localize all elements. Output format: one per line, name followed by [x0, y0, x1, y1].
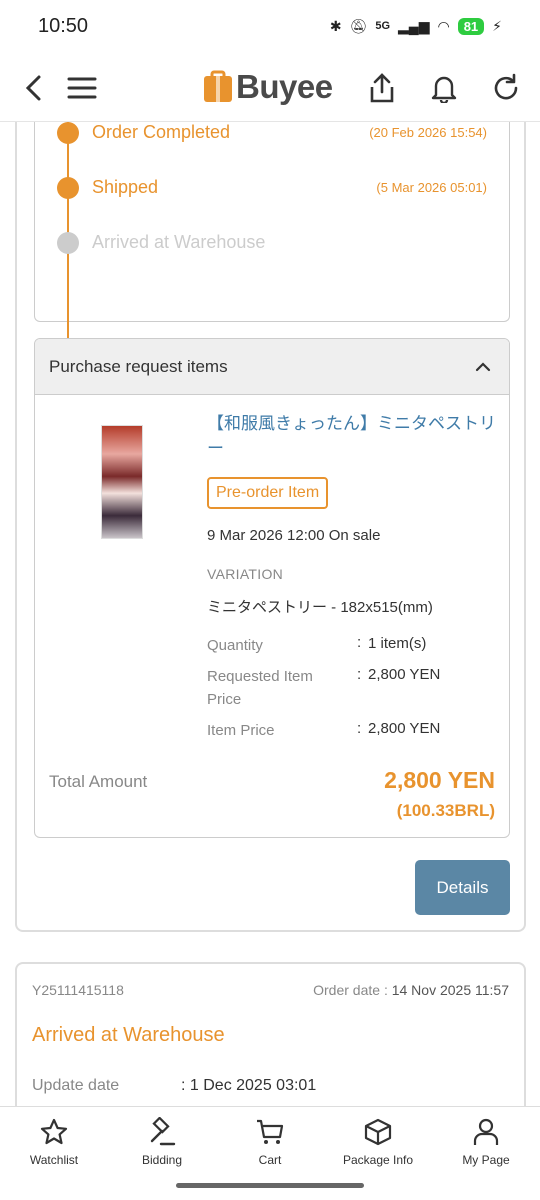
timeline-dot [57, 232, 79, 254]
signal-icon: ▂▄▆ [398, 17, 430, 34]
refresh-button[interactable] [488, 70, 524, 106]
row-colon: : [357, 666, 362, 683]
timeline-line [67, 122, 69, 340]
chevron-left-icon [25, 75, 41, 101]
nav-label: Watchlist [29, 1153, 79, 1167]
status-icons: ✱ 🔕︎ 5G ▂▄▆ ◠ 81 ⚡ [329, 17, 502, 35]
item-image[interactable] [101, 425, 143, 539]
status-bar: 10:50 ✱ 🔕︎ 5G ▂▄▆ ◠ 81 ⚡ [0, 0, 540, 52]
nav-package-info[interactable]: Package Info [328, 1117, 428, 1167]
back-button[interactable] [16, 70, 52, 106]
nav-watchlist[interactable]: Watchlist [4, 1117, 104, 1167]
total-amount-label: Total Amount [49, 772, 148, 791]
package-icon [364, 1118, 392, 1146]
order-card[interactable]: Y25111415118 Order date : 14 Nov 2025 11… [15, 962, 526, 1106]
row-colon: : [357, 634, 362, 651]
sale-date: 9 Mar 2026 12:00 On sale [207, 527, 381, 544]
order-card: Order Completed (20 Feb 2026 15:54) Ship… [15, 122, 526, 932]
status-timeline: Order Completed (20 Feb 2026 15:54) Ship… [34, 122, 510, 370]
timeline-label: Order Completed [92, 122, 231, 142]
bluetooth-icon: ✱ [329, 17, 342, 34]
bell-icon [431, 76, 457, 103]
chevron-up-icon [475, 361, 491, 371]
timeline-dot [57, 177, 79, 199]
order-date: Order date : 14 Nov 2025 11:57 [313, 982, 509, 998]
nav-label: Package Info [342, 1153, 414, 1167]
cart-icon [257, 1119, 284, 1144]
item-price-label: Item Price [207, 722, 275, 739]
item-title-link[interactable]: 【和服風きょったん】ミニタペストリー [207, 411, 497, 461]
update-date-value: : 1 Dec 2025 03:01 [181, 1077, 317, 1094]
charging-icon: ⚡ [492, 17, 502, 34]
variation-value: ミニタペストリー - 182x515(mm) [207, 599, 433, 616]
order-id: Y25111415118 [32, 982, 124, 998]
person-icon [473, 1118, 499, 1145]
order-date-sep: : [383, 982, 388, 998]
timeline-label: Shipped [92, 177, 159, 197]
gavel-icon [150, 1117, 176, 1146]
order-content[interactable]: Order Completed (20 Feb 2026 15:54) Ship… [0, 122, 540, 1106]
timeline-date: (20 Feb 2026 15:54) [369, 125, 487, 140]
nav-my-page[interactable]: My Page [436, 1117, 536, 1167]
mute-icon: 🔕︎ [349, 17, 368, 34]
purchase-items-panel: Purchase request items 【和服風きょったん】ミニタペストリ… [34, 338, 510, 838]
row-colon: : [357, 720, 362, 737]
total-amount-brl: (100.33BRL) [396, 801, 495, 820]
details-button[interactable]: Details [415, 860, 510, 915]
home-indicator[interactable] [176, 1183, 364, 1188]
share-icon [370, 73, 394, 103]
nav-label: Bidding [141, 1153, 183, 1167]
requested-price-value: 2,800 YEN [368, 666, 441, 683]
app-header: Buyee [0, 52, 540, 122]
notifications-button[interactable] [426, 70, 462, 106]
hamburger-icon [67, 77, 97, 99]
nav-label: My Page [462, 1153, 510, 1167]
quantity-value: 1 item(s) [368, 635, 427, 652]
order-date-value: 14 Nov 2025 11:57 [391, 982, 509, 998]
order-date-label: Order date [313, 982, 381, 998]
purchase-items-heading: Purchase request items [49, 356, 228, 376]
requested-price-label: Requested Item Price [207, 668, 313, 708]
logo-text: Buyee [236, 68, 333, 105]
variation-label: VARIATION [207, 566, 284, 582]
share-button[interactable] [364, 70, 400, 106]
timeline-dot [57, 122, 79, 144]
status-time: 10:50 [38, 14, 89, 37]
menu-button[interactable] [64, 70, 100, 106]
nav-cart[interactable]: Cart [220, 1117, 320, 1167]
network-type: 5G [375, 20, 391, 32]
nav-label: Cart [258, 1153, 282, 1167]
star-icon [40, 1118, 68, 1145]
timeline-date: (5 Mar 2026 05:01) [376, 180, 487, 195]
preorder-badge: Pre-order Item [207, 477, 329, 509]
battery-icon: 81 [457, 17, 485, 35]
nav-bidding[interactable]: Bidding [112, 1117, 212, 1167]
buyee-logo[interactable]: Buyee [202, 68, 333, 106]
refresh-icon [494, 73, 518, 100]
logo-bag-icon [204, 70, 232, 102]
wifi-icon: ◠ [437, 17, 450, 34]
quantity-label: Quantity [207, 637, 263, 654]
order-status: Arrived at Warehouse [32, 1024, 225, 1046]
item-price-value: 2,800 YEN [368, 720, 441, 737]
purchase-items-header[interactable]: Purchase request items [35, 339, 509, 395]
timeline-label: Arrived at Warehouse [92, 232, 266, 252]
total-amount-yen: 2,800 YEN [384, 767, 495, 793]
update-date-label: Update date [32, 1077, 120, 1094]
